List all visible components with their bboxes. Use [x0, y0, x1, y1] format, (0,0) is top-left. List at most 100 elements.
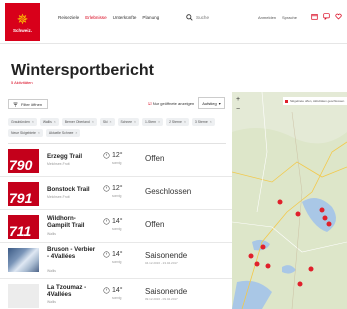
- filter-chip[interactable]: Graubünden ×: [8, 118, 37, 126]
- map-marker[interactable]: [326, 221, 332, 227]
- page-title: Wintersportbericht: [11, 62, 154, 79]
- temperature: 14°: [103, 251, 123, 258]
- filter-icon: [13, 102, 18, 106]
- weather-icon: [103, 218, 110, 225]
- resort-photo: [8, 248, 39, 272]
- filter-chip-label: Ski: [102, 120, 108, 124]
- chevron-down-icon: ▾: [218, 100, 221, 106]
- trail-number-badge: 711: [8, 215, 39, 239]
- item-location: Melchsee-Frutt: [47, 162, 70, 166]
- close-icon[interactable]: ×: [110, 120, 112, 124]
- list-item[interactable]: 790 Erzegg Trail Melchsee-Frutt 12° sonn…: [0, 144, 232, 177]
- temperature-value: 14°: [112, 251, 123, 258]
- brand-label: Schweiz.: [12, 27, 32, 33]
- list-item[interactable]: 711 Wildhorn-Gampilt Trail Wallis 14° so…: [0, 210, 232, 243]
- temperature: 14°: [103, 287, 123, 294]
- close-icon[interactable]: ×: [38, 131, 40, 135]
- filter-chip[interactable]: Ski ×: [99, 118, 115, 126]
- filter-chip-label: Neue Skigebiete: [11, 131, 36, 135]
- close-icon[interactable]: ×: [184, 120, 186, 124]
- status-text: Geschlossen: [145, 187, 192, 196]
- map-marker[interactable]: [248, 253, 254, 259]
- map-marker[interactable]: [277, 199, 283, 205]
- item-name[interactable]: Bruson - Verbier - 4Vallées: [47, 246, 97, 260]
- filter-chip-label: Aktuelle Schnee: [48, 131, 74, 135]
- map-marker[interactable]: [260, 244, 266, 250]
- item-name[interactable]: La Tzoumaz - 4Vallées: [47, 284, 97, 298]
- filter-chip-label: 2 Sterne: [169, 120, 182, 124]
- temperature: 12°: [103, 152, 123, 159]
- close-icon[interactable]: ×: [210, 120, 212, 124]
- map-marker[interactable]: [254, 261, 260, 267]
- checkbox-icon: ☑: [148, 101, 152, 106]
- sort-select[interactable]: Aufstieg ▾: [198, 97, 225, 109]
- close-icon[interactable]: ×: [158, 120, 160, 124]
- only-open-label: Nur geöffnete anzeigen: [152, 101, 195, 106]
- close-icon[interactable]: ×: [54, 120, 56, 124]
- nav-item-unterkuenfte[interactable]: Unterkünfte: [113, 15, 137, 20]
- filter-chip[interactable]: Wallis ×: [39, 118, 59, 126]
- map-markers: [248, 199, 332, 287]
- filter-chip[interactable]: 1-Stern ×: [142, 118, 164, 126]
- weather-icon: [103, 185, 110, 192]
- temperature-value: 12°: [112, 185, 123, 192]
- main-nav: Reiseziele Erlebnisse Unterkünfte Planun…: [58, 15, 159, 20]
- filter-chip[interactable]: 3 Sterne ×: [191, 118, 215, 126]
- search-icon[interactable]: [186, 14, 193, 21]
- map-marker[interactable]: [295, 211, 301, 217]
- map-marker[interactable]: [319, 207, 325, 213]
- item-name[interactable]: Bonstock Trail: [47, 186, 97, 193]
- filter-chip-label: Graubünden: [11, 120, 30, 124]
- close-icon[interactable]: ×: [32, 120, 34, 124]
- filter-chip[interactable]: Neue Skigebiete ×: [8, 129, 43, 137]
- close-icon[interactable]: ×: [75, 131, 77, 135]
- calendar-icon[interactable]: [311, 13, 318, 20]
- utility-links: Anmelden Sprache: [258, 15, 297, 20]
- map-marker[interactable]: [297, 281, 303, 287]
- item-name[interactable]: Erzegg Trail: [47, 153, 97, 160]
- item-location: Melchsee-Frutt: [47, 195, 70, 199]
- close-icon[interactable]: ×: [134, 120, 136, 124]
- filter-chip-label: Schnee: [120, 120, 133, 124]
- map-marker[interactable]: [308, 266, 314, 272]
- item-name[interactable]: Wildhorn-Gampilt Trail: [47, 215, 97, 229]
- only-open-toggle[interactable]: ☑ Nur geöffnete anzeigen: [148, 101, 194, 106]
- filter-chip-label: 1-Stern: [145, 120, 157, 124]
- temperature: 12°: [103, 185, 123, 192]
- trail-number-badge: 790: [8, 149, 39, 173]
- item-location: Wallis: [47, 300, 56, 304]
- list-item[interactable]: La Tzoumaz - 4Vallées Wallis 14° sonnig …: [0, 279, 232, 309]
- nav-item-planung[interactable]: Planung: [142, 15, 159, 20]
- active-filter-chips: Graubünden × Wallis × Berner Oberland × Ski…: [8, 118, 226, 137]
- weather-label: sonnig: [112, 194, 122, 198]
- close-icon[interactable]: ×: [92, 120, 94, 124]
- item-location: Wallis: [47, 269, 56, 273]
- status-text: Saisonende: [145, 251, 188, 260]
- nav-item-reiseziele[interactable]: Reiseziele: [58, 15, 79, 20]
- filter-chip[interactable]: Berner Oberland ×: [61, 118, 97, 126]
- map-marker[interactable]: [265, 263, 271, 269]
- season-dates: 09.12.2016 - 09.04.2017: [145, 297, 178, 301]
- list-item[interactable]: 791 Bonstock Trail Melchsee-Frutt 12° so…: [0, 177, 232, 210]
- weather-label: sonnig: [112, 296, 122, 300]
- language-select[interactable]: Sprache: [282, 15, 297, 20]
- login-link[interactable]: Anmelden: [258, 15, 276, 20]
- status-text: Saisonende: [145, 287, 188, 296]
- nav-item-erlebnisse[interactable]: Erlebnisse: [85, 15, 106, 20]
- filter-chip-label: 3 Sterne: [194, 120, 208, 124]
- activity-count: 5 Aktivitäten: [11, 80, 33, 85]
- map-marker[interactable]: [322, 215, 328, 221]
- weather-label: sonnig: [112, 260, 122, 264]
- list-item[interactable]: Bruson - Verbier - 4Vallées Wallis 14° s…: [0, 243, 232, 279]
- filter-chip[interactable]: Aktuelle Schnee ×: [45, 129, 81, 137]
- brand-logo[interactable]: ✵ Schweiz.: [5, 3, 40, 41]
- filter-chip-label: Berner Oberland: [64, 120, 90, 124]
- open-filter-button[interactable]: Filter öffnen: [8, 99, 48, 109]
- status-text: Offen: [145, 154, 165, 163]
- heart-icon[interactable]: [335, 13, 342, 20]
- filter-chip[interactable]: 2 Sterne ×: [166, 118, 189, 126]
- weather-icon: [103, 287, 110, 294]
- chat-icon[interactable]: [323, 13, 330, 20]
- filter-chip[interactable]: Schnee ×: [117, 118, 139, 126]
- search-input[interactable]: [196, 15, 236, 20]
